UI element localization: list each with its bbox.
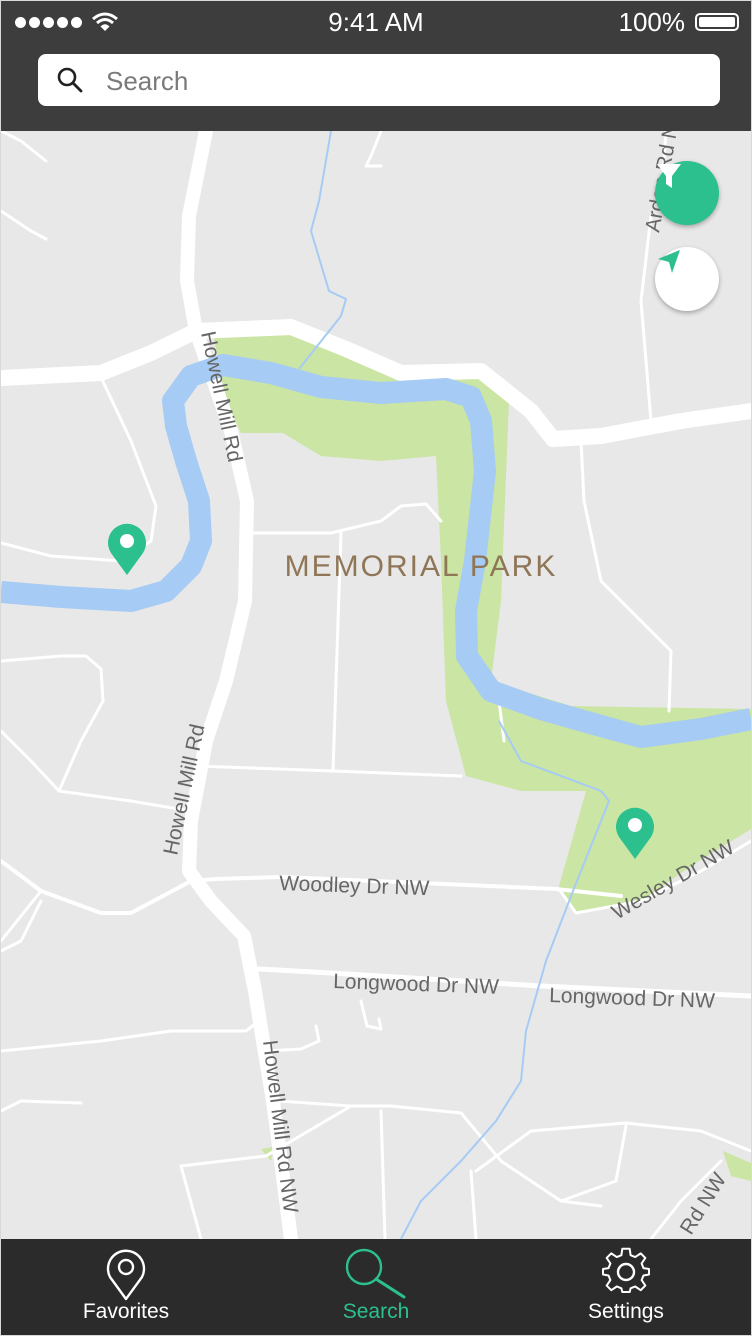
battery-percentage: 100% — [618, 7, 686, 37]
search-icon — [345, 1248, 406, 1299]
filter-icon — [657, 164, 681, 188]
tab-bar: Favorites Search Settings — [1, 1239, 751, 1335]
park-label: MEMORIAL PARK — [285, 550, 558, 583]
search-icon — [57, 67, 83, 93]
tab-search[interactable]: Search — [251, 1239, 501, 1335]
location-pin-icon — [106, 1249, 146, 1301]
tab-settings[interactable]: Settings — [501, 1239, 751, 1335]
search-input[interactable] — [104, 62, 708, 100]
battery-icon — [695, 13, 739, 31]
tab-label: Settings — [588, 1300, 664, 1323]
tab-label: Search — [342, 1300, 410, 1323]
navigation-arrow-icon — [658, 250, 680, 273]
search-bar[interactable] — [38, 54, 720, 106]
tab-favorites[interactable]: Favorites — [1, 1239, 251, 1335]
status-bar: 9:41 AM 100% — [1, 1, 751, 45]
header: 9:41 AM 100% — [1, 1, 751, 131]
gear-icon — [601, 1247, 651, 1294]
filter-button[interactable] — [655, 161, 719, 225]
map-canvas[interactable]: MEMORIAL PARK Howell Mill Rd Howell Mill… — [1, 131, 751, 1239]
locate-me-button[interactable] — [655, 247, 719, 311]
map-view[interactable]: MEMORIAL PARK Howell Mill Rd Howell Mill… — [1, 131, 751, 1239]
app-screen: 9:41 AM 100% Search MEMORIAL PARK Howell… — [0, 0, 752, 1336]
tab-label: Favorites — [82, 1300, 170, 1323]
